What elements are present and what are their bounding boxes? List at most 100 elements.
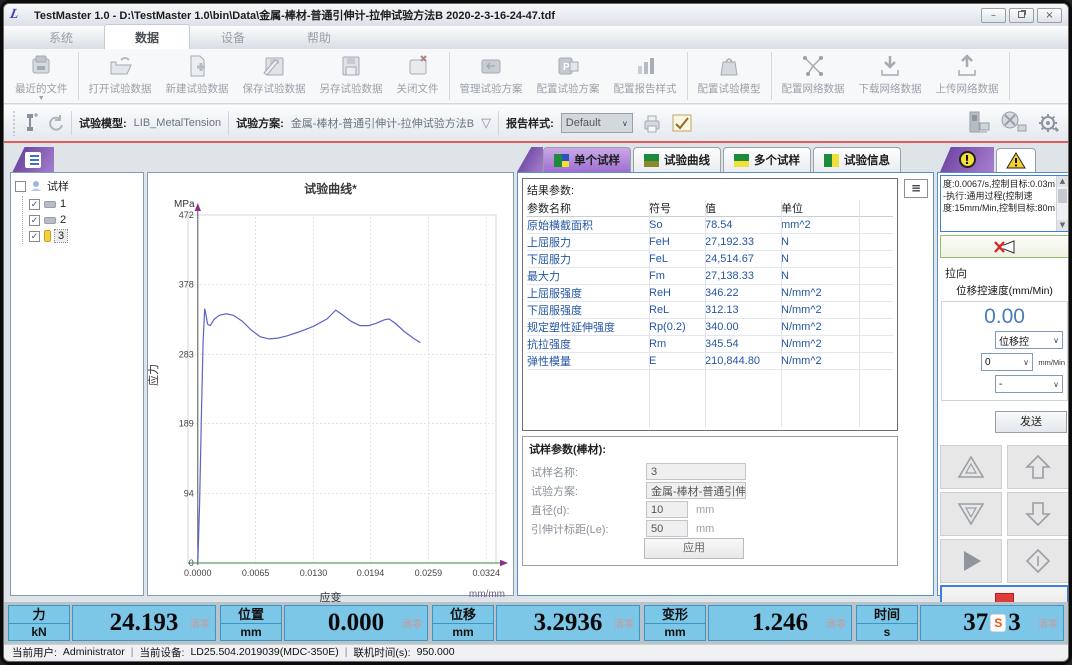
tab-single-specimen[interactable]: 单个试样 [543, 147, 631, 172]
config-model-button[interactable]: 配置试验模型 [691, 49, 768, 103]
tab-alarm-active[interactable]: ! [940, 147, 994, 172]
report-style-value: Default [566, 117, 601, 129]
control-mode-select[interactable]: 位移控∨ [995, 331, 1063, 349]
checkbox-checked[interactable]: ✓ [29, 199, 40, 210]
specimen-scheme-field[interactable]: 金属-棒材-普通引伸计-拉 [646, 482, 746, 499]
manage-scheme-button[interactable]: 管理试验方案 [453, 49, 530, 103]
chart-plot-area[interactable]: 0.00000.00650.01300.01940.02590.03240941… [152, 201, 510, 585]
offline-icon[interactable] [999, 110, 1029, 136]
force-value: 24.193 [110, 609, 179, 637]
run-button[interactable] [940, 539, 1002, 583]
svg-text:0.0324: 0.0324 [472, 568, 500, 578]
speed-select[interactable]: 0∨ [981, 353, 1033, 371]
send-button[interactable]: 发送 [995, 411, 1067, 433]
scroll-up-icon[interactable]: ▲ [1057, 176, 1068, 187]
add-specimen-icon[interactable] [23, 111, 39, 135]
result-parameters-box: 结果参数: 参数名称 符号 值 单位 原始横截面积So78.54mm^2 上屈服… [522, 178, 898, 431]
table-row[interactable]: 下屈服力FeL24,514.67N [527, 251, 893, 268]
gauge-length-field[interactable]: 50 [646, 520, 688, 537]
toolbar-grip[interactable] [12, 110, 16, 136]
table-row[interactable]: 弹性模量E210,844.80N/mm^2 [527, 353, 893, 370]
menu-help[interactable]: 帮助 [276, 25, 362, 49]
restore-button[interactable] [1009, 8, 1034, 23]
scheme-label: 试验方案: [236, 115, 284, 131]
return-center-button[interactable] [1007, 539, 1069, 583]
table-row[interactable]: 下屈服强度ReL312.13N/mm^2 [527, 302, 893, 319]
clear-deformation-button[interactable]: 清零 [826, 616, 846, 631]
overlay-s-badge: S [990, 614, 1006, 632]
config-network-button[interactable]: 配置网络数据 [775, 49, 852, 103]
tree-tab[interactable] [12, 147, 54, 173]
jog-fast-down-button[interactable] [940, 492, 1002, 536]
jog-down-button[interactable] [1007, 492, 1069, 536]
toolbar-separator [771, 52, 772, 100]
checkbox-unchecked[interactable] [15, 181, 26, 192]
scrollbar-thumb[interactable] [1058, 189, 1067, 203]
new-data-button[interactable]: 新建试验数据 [159, 49, 236, 103]
clear-time-button[interactable]: 清零 [1038, 616, 1058, 631]
diameter-field[interactable]: 10 [646, 501, 688, 518]
gauge-length-unit: mm [696, 523, 714, 535]
tab-multi-specimen[interactable]: 多个试样 [723, 147, 811, 172]
save-as-data-button[interactable]: 另存试验数据 [313, 49, 390, 103]
tree-item-1[interactable]: ✓ 1 [27, 196, 141, 212]
checkbox-checked[interactable]: ✓ [29, 215, 40, 226]
tab-test-curve[interactable]: 试验曲线 [633, 147, 721, 172]
current-device-label: 当前设备: [140, 645, 185, 660]
clear-displacement-button[interactable]: 清零 [614, 616, 634, 631]
jog-up-button[interactable] [1007, 445, 1069, 489]
mute-alarm-button[interactable] [940, 235, 1069, 258]
table-row[interactable]: 上屈服力FeH27,192.33N [527, 234, 893, 251]
menu-system[interactable]: 系统 [18, 25, 104, 49]
save-icon [261, 53, 287, 79]
config-scheme-icon: P [555, 53, 581, 79]
deformation-label: 变形 [645, 606, 705, 624]
tree-item-2[interactable]: ✓ 2 [27, 212, 141, 228]
report-check-icon[interactable] [671, 112, 693, 134]
table-row[interactable]: 上屈服强度ReH346.22N/mm^2 [527, 285, 893, 302]
panel-menu-button[interactable]: ≡ [904, 179, 928, 198]
message-scrollbar[interactable]: ▲ ▼ [1056, 176, 1068, 231]
tab-test-info[interactable]: 试验信息 [813, 147, 901, 172]
config-scheme-button[interactable]: P 配置试验方案 [530, 49, 607, 103]
tab-label: 试验曲线 [664, 152, 710, 168]
clear-force-button[interactable]: 清零 [190, 616, 210, 631]
table-row[interactable]: 最大力Fm27,138.33N [527, 268, 893, 285]
save-data-button[interactable]: 保存试验数据 [236, 49, 313, 103]
open-data-button[interactable]: 打开试验数据 [82, 49, 159, 103]
menu-device[interactable]: 设备 [190, 25, 276, 49]
table-row[interactable]: 规定塑性延伸强度Rp(0.2)340.00N/mm^2 [527, 319, 893, 336]
upload-network-button[interactable]: 上传网络数据 [929, 49, 1006, 103]
print-icon[interactable] [640, 112, 664, 134]
close-file-button[interactable]: 关闭文件 [390, 49, 446, 103]
separator [498, 111, 499, 135]
config-report-button[interactable]: 配置报告样式 [607, 49, 684, 103]
scheme-filter-icon[interactable]: ▽ [481, 115, 491, 131]
apply-button[interactable]: 应用 [644, 538, 744, 559]
tree-item-3-selected[interactable]: ✓ 3 [27, 228, 141, 244]
clear-position-button[interactable]: 清零 [402, 616, 422, 631]
minimize-button[interactable]: – [981, 8, 1006, 23]
refresh-icon[interactable] [46, 114, 64, 132]
menu-data[interactable]: 数据 [104, 24, 190, 49]
download-icon [877, 53, 903, 79]
close-button[interactable]: × [1037, 8, 1062, 23]
table-row[interactable]: 原始横截面积So78.54mm^2 [527, 217, 893, 234]
settings-gear-icon[interactable] [1036, 111, 1060, 135]
tree-root-specimen[interactable]: 试样 [13, 176, 141, 196]
aux-select[interactable]: -∨ [995, 375, 1063, 393]
machine-icon[interactable] [964, 110, 992, 136]
toolbar-label: 管理试验方案 [460, 81, 523, 96]
report-style-select[interactable]: Default ∨ [561, 113, 633, 133]
scroll-down-icon[interactable]: ▼ [1057, 220, 1068, 231]
recent-files-button[interactable]: 最近的文件 ▼ [8, 49, 75, 103]
tab-warning[interactable] [996, 148, 1036, 172]
jog-fast-up-button[interactable] [940, 445, 1002, 489]
specimen-name-field[interactable]: 3 [646, 463, 746, 480]
download-network-button[interactable]: 下载网络数据 [852, 49, 929, 103]
table-row[interactable]: 抗拉强度Rm345.54N/mm^2 [527, 336, 893, 353]
results-table[interactable]: 参数名称 符号 值 单位 原始横截面积So78.54mm^2 上屈服力FeH27… [527, 200, 893, 427]
checkbox-checked[interactable]: ✓ [29, 231, 40, 242]
displacement-unit: mm [433, 624, 493, 640]
speed-mode-label: 位移控速度(mm/Min) [938, 283, 1069, 298]
